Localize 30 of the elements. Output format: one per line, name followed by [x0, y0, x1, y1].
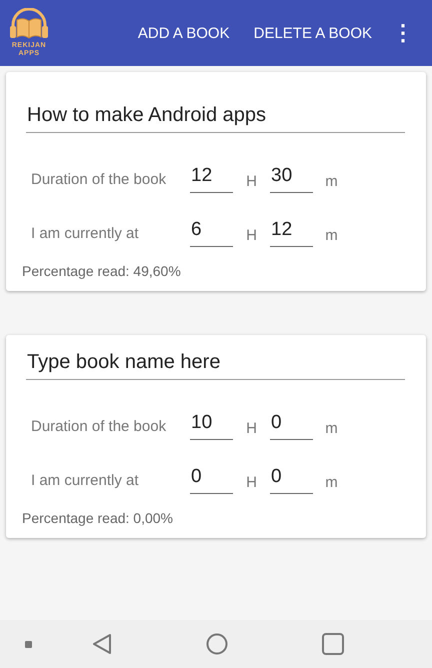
unit-label: m [324, 420, 339, 439]
unit-label: H [245, 173, 258, 192]
percentage-text: Percentage read: 49,60% [22, 263, 182, 279]
row-label: Duration of the book [31, 418, 168, 437]
overflow-menu-button[interactable]: ⋮ [384, 18, 422, 48]
unit-label: H [245, 420, 258, 439]
hours-field[interactable]: 6 [190, 219, 233, 247]
action-button[interactable]: DELETE A BOOK [242, 18, 384, 48]
hours-field[interactable]: 0 [190, 466, 233, 494]
back-icon[interactable] [92, 633, 112, 655]
hours-field[interactable]: 12 [190, 165, 233, 193]
book-title-field[interactable]: Type book name here [26, 347, 405, 380]
minutes-field[interactable]: 0 [270, 466, 313, 494]
minutes-field[interactable]: 0 [270, 412, 313, 440]
row-label: Duration of the book [31, 171, 168, 190]
minutes-field[interactable]: 12 [270, 219, 313, 247]
unit-label: m [324, 227, 339, 246]
percentage-text: Percentage read: 0,00% [22, 510, 174, 526]
unit-label: m [324, 173, 339, 192]
home-icon[interactable] [206, 633, 228, 655]
action-button[interactable]: ADD A BOOK [126, 18, 242, 48]
row-label: I am currently at [31, 472, 140, 491]
minutes-field[interactable]: 30 [270, 165, 313, 193]
row-label: I am currently at [31, 225, 140, 244]
book-title-field[interactable]: How to make Android apps [26, 100, 405, 133]
unit-label: m [324, 474, 339, 493]
unit-label: H [245, 227, 258, 246]
recents-icon[interactable] [322, 633, 344, 655]
hours-field[interactable]: 10 [190, 412, 233, 440]
unit-label: H [245, 474, 258, 493]
